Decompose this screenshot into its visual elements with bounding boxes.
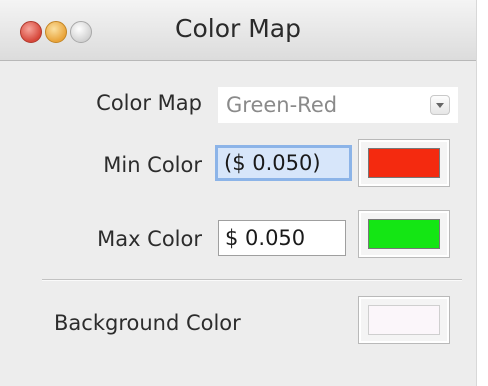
background-color-label: Background Color: [54, 311, 241, 335]
divider: [42, 279, 462, 281]
chevron-down-icon[interactable]: [430, 95, 450, 115]
max-color-field[interactable]: $ 0.050: [218, 220, 346, 256]
max-color-swatch: [368, 219, 440, 249]
max-color-swatch-button[interactable]: [358, 210, 450, 258]
color-map-selected-value: Green-Red: [226, 93, 338, 117]
color-map-label: Color Map: [96, 91, 202, 115]
min-color-swatch-button[interactable]: [358, 139, 450, 187]
min-color-swatch: [368, 148, 440, 178]
window-title: Color Map: [175, 14, 301, 43]
min-color-field[interactable]: ($ 0.050): [215, 145, 352, 181]
background-color-swatch-button[interactable]: [358, 296, 450, 344]
title-bar[interactable]: Color Map: [0, 0, 476, 61]
max-color-label: Max Color: [97, 227, 202, 251]
color-map-window: Color Map Color Map Green-Red Min Color …: [0, 0, 477, 386]
min-color-label: Min Color: [103, 153, 202, 177]
background-color-swatch: [368, 305, 440, 335]
color-map-select[interactable]: Green-Red: [218, 87, 458, 123]
